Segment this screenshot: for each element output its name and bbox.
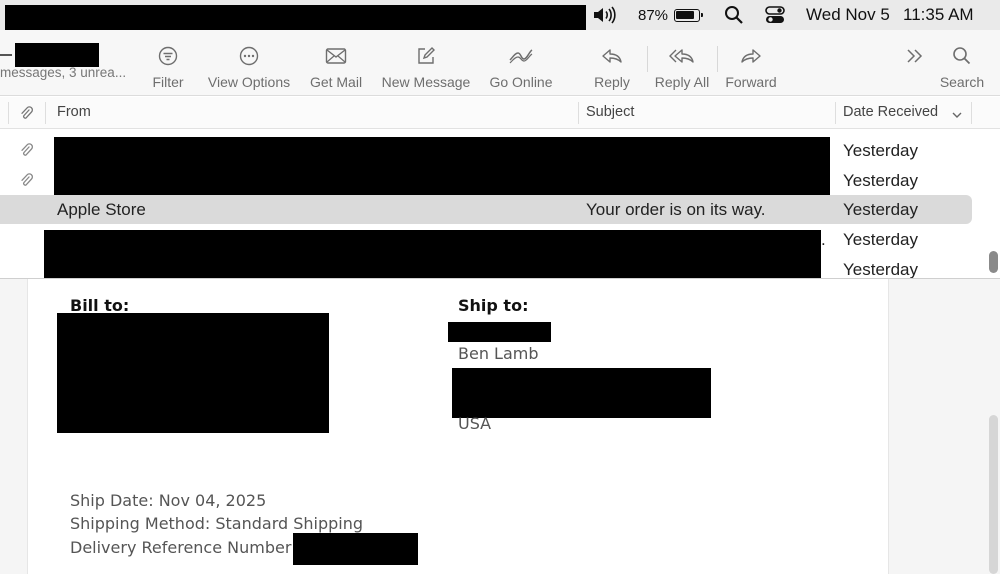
search-button[interactable]: Search (936, 30, 988, 96)
get-mail-button[interactable]: Get Mail (306, 30, 366, 96)
ship-to-label: Ship to: (458, 296, 529, 315)
message-date: Yesterday (843, 141, 918, 160)
volume-icon[interactable] (592, 4, 618, 26)
filter-label: Filter (152, 74, 184, 90)
message-list-header: From Subject Date Received (0, 97, 1000, 129)
attachment-paperclip-icon (19, 172, 33, 193)
get-mail-label: Get Mail (309, 74, 363, 90)
toolbar-separator (647, 46, 648, 72)
redacted-mailbox-name (15, 43, 99, 67)
activity-wave-icon (509, 45, 533, 67)
column-divider (8, 102, 9, 124)
date-received-column-header[interactable]: Date Received (843, 104, 938, 120)
go-online-label: Go Online (489, 74, 553, 90)
chevron-double-right-icon (905, 45, 925, 67)
redacted-menu-items (5, 5, 586, 33)
redacted-delivery-reference (293, 533, 418, 565)
forward-label: Forward (725, 74, 777, 90)
reply-all-button[interactable]: Reply All (652, 30, 712, 96)
column-divider (578, 102, 579, 124)
reply-label: Reply (594, 74, 630, 90)
filter-button[interactable]: Filter (148, 30, 188, 96)
message-date: Yesterday (843, 230, 918, 249)
attachment-paperclip-icon (19, 142, 33, 163)
column-divider (835, 102, 836, 124)
menu-bar: 87% Wed Nov 5 11:35 AM (0, 0, 1000, 33)
message-date: Yesterday (843, 200, 918, 219)
from-column-header[interactable]: From (57, 104, 91, 120)
attachment-column-icon[interactable] (19, 105, 33, 126)
sort-chevron-down-icon[interactable] (951, 107, 963, 125)
menubar-time[interactable]: 11:35 AM (903, 4, 974, 26)
forward-button[interactable]: Forward (722, 30, 780, 96)
redacted-shipping-address (452, 368, 711, 418)
compose-icon (416, 45, 436, 67)
view-options-button[interactable]: View Options (204, 30, 294, 96)
message-list-scrollbar[interactable] (989, 251, 998, 273)
shipping-method: Shipping Method: Standard Shipping (70, 514, 364, 533)
truncation-dot: . (821, 230, 826, 249)
battery-icon[interactable] (674, 4, 703, 26)
menubar-date[interactable]: Wed Nov 5 (806, 4, 890, 26)
column-divider (45, 102, 46, 124)
message-date: Yesterday (843, 260, 918, 278)
toolbar: messages, 3 unrea... Filter View Options… (0, 30, 1000, 96)
go-online-button[interactable]: Go Online (486, 30, 556, 96)
redacted-message-rows (54, 137, 830, 195)
subject-column-header[interactable]: Subject (586, 104, 634, 120)
redacted-message-rows (44, 230, 821, 278)
message-subject: Your order is on its way. (586, 200, 766, 219)
mailbox-subtitle: messages, 3 unrea... (0, 65, 127, 80)
ship-date: Ship Date: Nov 04, 2025 (70, 491, 267, 510)
reply-arrow-icon (601, 45, 623, 67)
ellipsis-circle-icon (239, 45, 259, 67)
mailbox-title-dash (0, 54, 12, 56)
envelope-icon (325, 45, 347, 67)
redacted-ship-line (448, 322, 551, 342)
delivery-reference-label: Delivery Reference Number: (70, 538, 297, 557)
mail-app-window: 87% Wed Nov 5 11:35 AM messages, 3 unrea… (0, 0, 1000, 574)
view-options-label: View Options (207, 74, 291, 90)
message-from: Apple Store (57, 200, 146, 219)
battery-percent[interactable]: 87% (638, 4, 668, 26)
ship-to-country: USA (458, 414, 492, 433)
message-list: Yesterday Yesterday Apple Store Your ord… (0, 129, 1000, 278)
ship-to-name: Ben Lamb (458, 344, 539, 363)
reply-all-label: Reply All (654, 74, 710, 90)
message-date: Yesterday (843, 171, 918, 190)
more-toolbar-items-button[interactable] (900, 30, 930, 96)
reply-all-arrow-icon (669, 45, 695, 67)
toolbar-separator (717, 46, 718, 72)
column-divider (971, 102, 972, 124)
preview-scrollbar[interactable] (989, 415, 998, 574)
reply-button[interactable]: Reply (590, 30, 634, 96)
redacted-billing-address (57, 313, 329, 433)
control-center-icon[interactable] (765, 4, 785, 26)
forward-arrow-icon (740, 45, 762, 67)
search-label: Search (939, 74, 985, 90)
message-row-selected[interactable]: Apple Store Your order is on its way. Ye… (0, 195, 972, 224)
new-message-label: New Message (381, 74, 471, 90)
search-icon (952, 45, 972, 67)
spotlight-search-icon[interactable] (724, 4, 744, 26)
new-message-button[interactable]: New Message (378, 30, 474, 96)
filter-icon (158, 45, 178, 67)
